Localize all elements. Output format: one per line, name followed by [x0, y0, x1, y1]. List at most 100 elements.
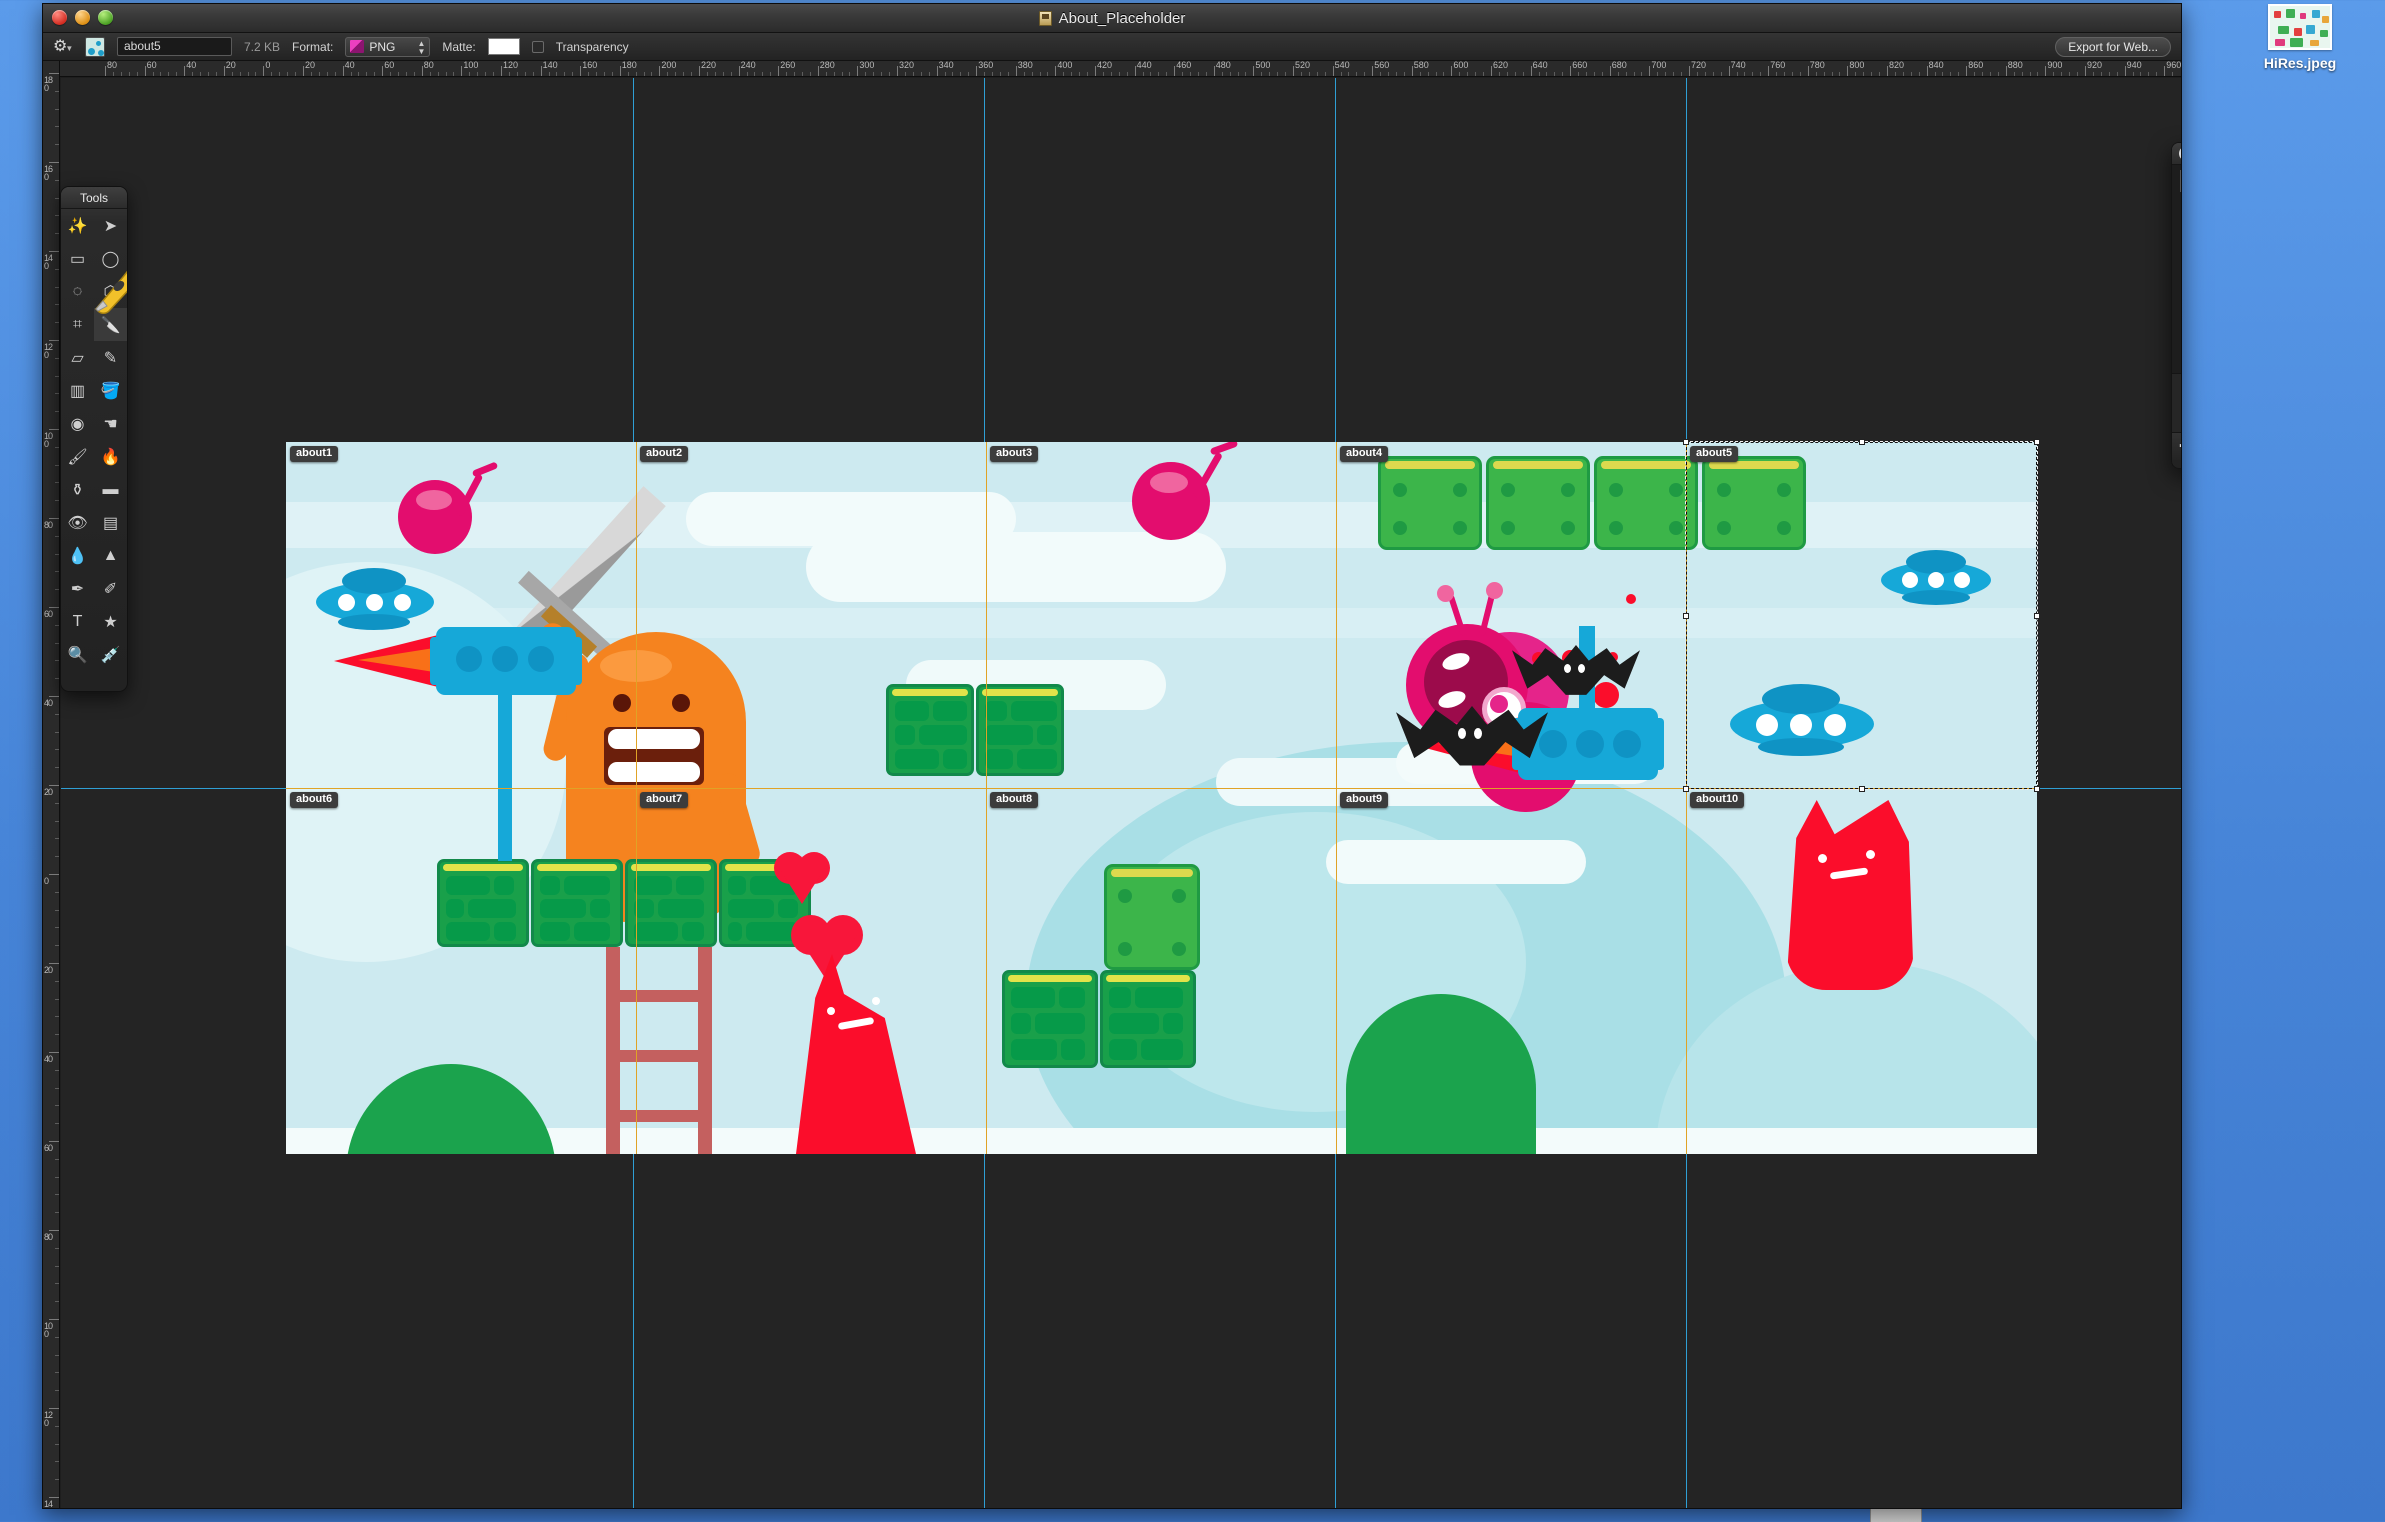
eyedropper-tool-icon[interactable]: 💉 [94, 638, 127, 671]
artboard-image[interactable]: about1 about2 about3 about4 about5 about… [286, 442, 2037, 1154]
lasso-tool-icon[interactable]: ◌ [61, 275, 94, 308]
elliptical-marquee-tool-icon[interactable]: ◯ [94, 242, 127, 275]
sponge-tool-icon[interactable]: ◉ [61, 407, 94, 440]
dodge-tool-icon[interactable]: 🖌 [61, 440, 94, 473]
ruler-minor-tick [1681, 72, 1683, 76]
paint-bucket-tool-icon[interactable]: 🪣 [94, 374, 127, 407]
ruler-minor-tick [55, 393, 59, 395]
custom-shape-tool-icon[interactable]: ★ [94, 605, 127, 638]
zoom-tool-icon[interactable]: 🔍 [61, 638, 94, 671]
polygonal-lasso-tool-icon[interactable]: ⬡ [94, 275, 127, 308]
magic-wand-tool-icon[interactable]: ✨ [61, 209, 94, 242]
ruler-minor-tick [55, 802, 59, 804]
export-for-web-button[interactable]: Export for Web... [2055, 37, 2171, 57]
ruler-label: 760 [1770, 61, 1786, 70]
stepper-arrows-icon[interactable]: ▲ ▼ [417, 39, 425, 56]
slice-tool-icon[interactable]: 🔪 [94, 308, 127, 341]
slice-divider-vertical[interactable] [1686, 442, 1687, 1154]
vertical-ruler[interactable]: 180 160 140 120 100 80 60 40 20 0 20 40 60 80 100 120 14… [43, 61, 60, 1509]
desktop-icon-hires[interactable]: HiRes.jpeg [2245, 4, 2355, 71]
ruler-minor-tick [310, 72, 312, 76]
ruler-tick [738, 66, 740, 76]
slice-divider-horizontal[interactable] [286, 788, 2037, 789]
red-eye-tool-icon[interactable]: 👁 [61, 506, 94, 539]
move-tool-icon[interactable]: ➤ [94, 209, 127, 242]
ruler-label: 960 [2166, 61, 2182, 70]
slice-label-about5[interactable]: about5 [1690, 446, 1739, 462]
freeform-pen-tool-icon[interactable]: ✐ [94, 572, 127, 605]
ruler-minor-tick [1538, 72, 1540, 76]
ruler-minor-tick [1673, 72, 1675, 76]
rectangular-marquee-tool-icon[interactable]: ▭ [61, 242, 94, 275]
ruler-minor-tick [2021, 72, 2023, 76]
ruler-label: 500 [1255, 61, 1271, 70]
ruler-minor-tick [1562, 72, 1564, 76]
ruler-minor-tick [2053, 72, 2055, 76]
close-icon[interactable]: ✕ [2179, 146, 2181, 161]
slice-label-about6[interactable]: about6 [290, 792, 339, 808]
ruler-minor-tick [1665, 72, 1667, 76]
ruler-minor-tick [55, 1123, 59, 1125]
healing-brush-tool-icon[interactable]: ▬ [94, 473, 127, 506]
gear-icon[interactable]: ⚙▼ [53, 37, 73, 57]
slice-divider-vertical[interactable] [1336, 442, 1337, 1154]
eraser-tool-icon[interactable]: ▱ [61, 341, 94, 374]
gradient-tool-icon[interactable]: ▥ [61, 374, 94, 407]
ruler-minor-tick [611, 72, 613, 76]
slice-label-about9[interactable]: about9 [1340, 792, 1389, 808]
sharpen-tool-icon[interactable]: ▲ [94, 539, 127, 572]
paintbrush-tool-icon[interactable]: ✎ [94, 341, 127, 374]
smudge-tool-icon[interactable]: ☚ [94, 407, 127, 440]
slice-label-about4[interactable]: about4 [1340, 446, 1389, 462]
ruler-tick [1213, 66, 1215, 76]
slice-name-input[interactable]: about5 [117, 37, 232, 56]
ruler-minor-tick [1625, 72, 1627, 76]
layers-list[interactable]: Background Layer ✔ [2172, 165, 2181, 373]
ruler-tick [1609, 66, 1611, 76]
ruler-label: 60 [146, 61, 157, 70]
ruler-minor-tick [1190, 72, 1192, 76]
ruler-label: 140 [44, 1499, 53, 1509]
slice-divider-vertical[interactable] [986, 442, 987, 1154]
ruler-label: 880 [2007, 61, 2023, 70]
ruler-label: 60 [44, 1143, 53, 1153]
minimize-window-button[interactable] [75, 10, 90, 25]
slice-divider-vertical[interactable] [636, 442, 637, 1154]
slice-label-about7[interactable]: about7 [640, 792, 689, 808]
plus-icon[interactable]: ✚ [2172, 433, 2181, 461]
document-icon [1038, 10, 1052, 26]
ruler-minor-tick [1229, 72, 1231, 76]
ruler-minor-tick [627, 72, 629, 76]
transparency-checkbox[interactable] [531, 40, 544, 53]
type-tool-icon[interactable]: T [61, 605, 94, 638]
ruler-minor-tick [55, 126, 59, 128]
slice-label-about8[interactable]: about8 [990, 792, 1039, 808]
background-eraser-tool-icon[interactable]: ▤ [94, 506, 127, 539]
format-select[interactable]: PNG ▲ ▼ [345, 36, 431, 57]
layer-row[interactable]: Background Layer ✔ [2172, 165, 2181, 197]
horizontal-ruler[interactable]: 80 60 40 20 0 20 40 60 80 100 120 140 160 180 200 220 24… [43, 61, 2182, 77]
ruler-tick [461, 66, 463, 76]
ruler-tick [1807, 66, 1809, 76]
ruler-minor-tick [55, 1158, 59, 1160]
ruler-label: 120 [44, 1410, 53, 1428]
ruler-minor-tick [55, 215, 59, 217]
crop-tool-icon[interactable]: ⌗ [61, 308, 94, 341]
slice-label-about3[interactable]: about3 [990, 446, 1039, 462]
slice-label-about1[interactable]: about1 [290, 446, 339, 462]
ruler-minor-tick [746, 72, 748, 76]
ruler-minor-tick [1641, 72, 1643, 76]
pen-tool-icon[interactable]: ✒ [61, 572, 94, 605]
slice-label-about2[interactable]: about2 [640, 446, 689, 462]
ruler-minor-tick [572, 72, 574, 76]
matte-color-swatch[interactable] [487, 38, 520, 55]
ruler-minor-tick [2172, 72, 2174, 76]
close-window-button[interactable] [52, 10, 67, 25]
artwork-green-block [1104, 864, 1200, 970]
maximize-window-button[interactable] [98, 10, 113, 25]
canvas-area[interactable]: about1 about2 about3 about4 about5 about… [61, 78, 2181, 1508]
burn-tool-icon[interactable]: 🔥 [94, 440, 127, 473]
slice-label-about10[interactable]: about10 [1690, 792, 1745, 808]
blur-tool-icon[interactable]: 💧 [61, 539, 94, 572]
clone-stamp-tool-icon[interactable]: ⚱ [61, 473, 94, 506]
